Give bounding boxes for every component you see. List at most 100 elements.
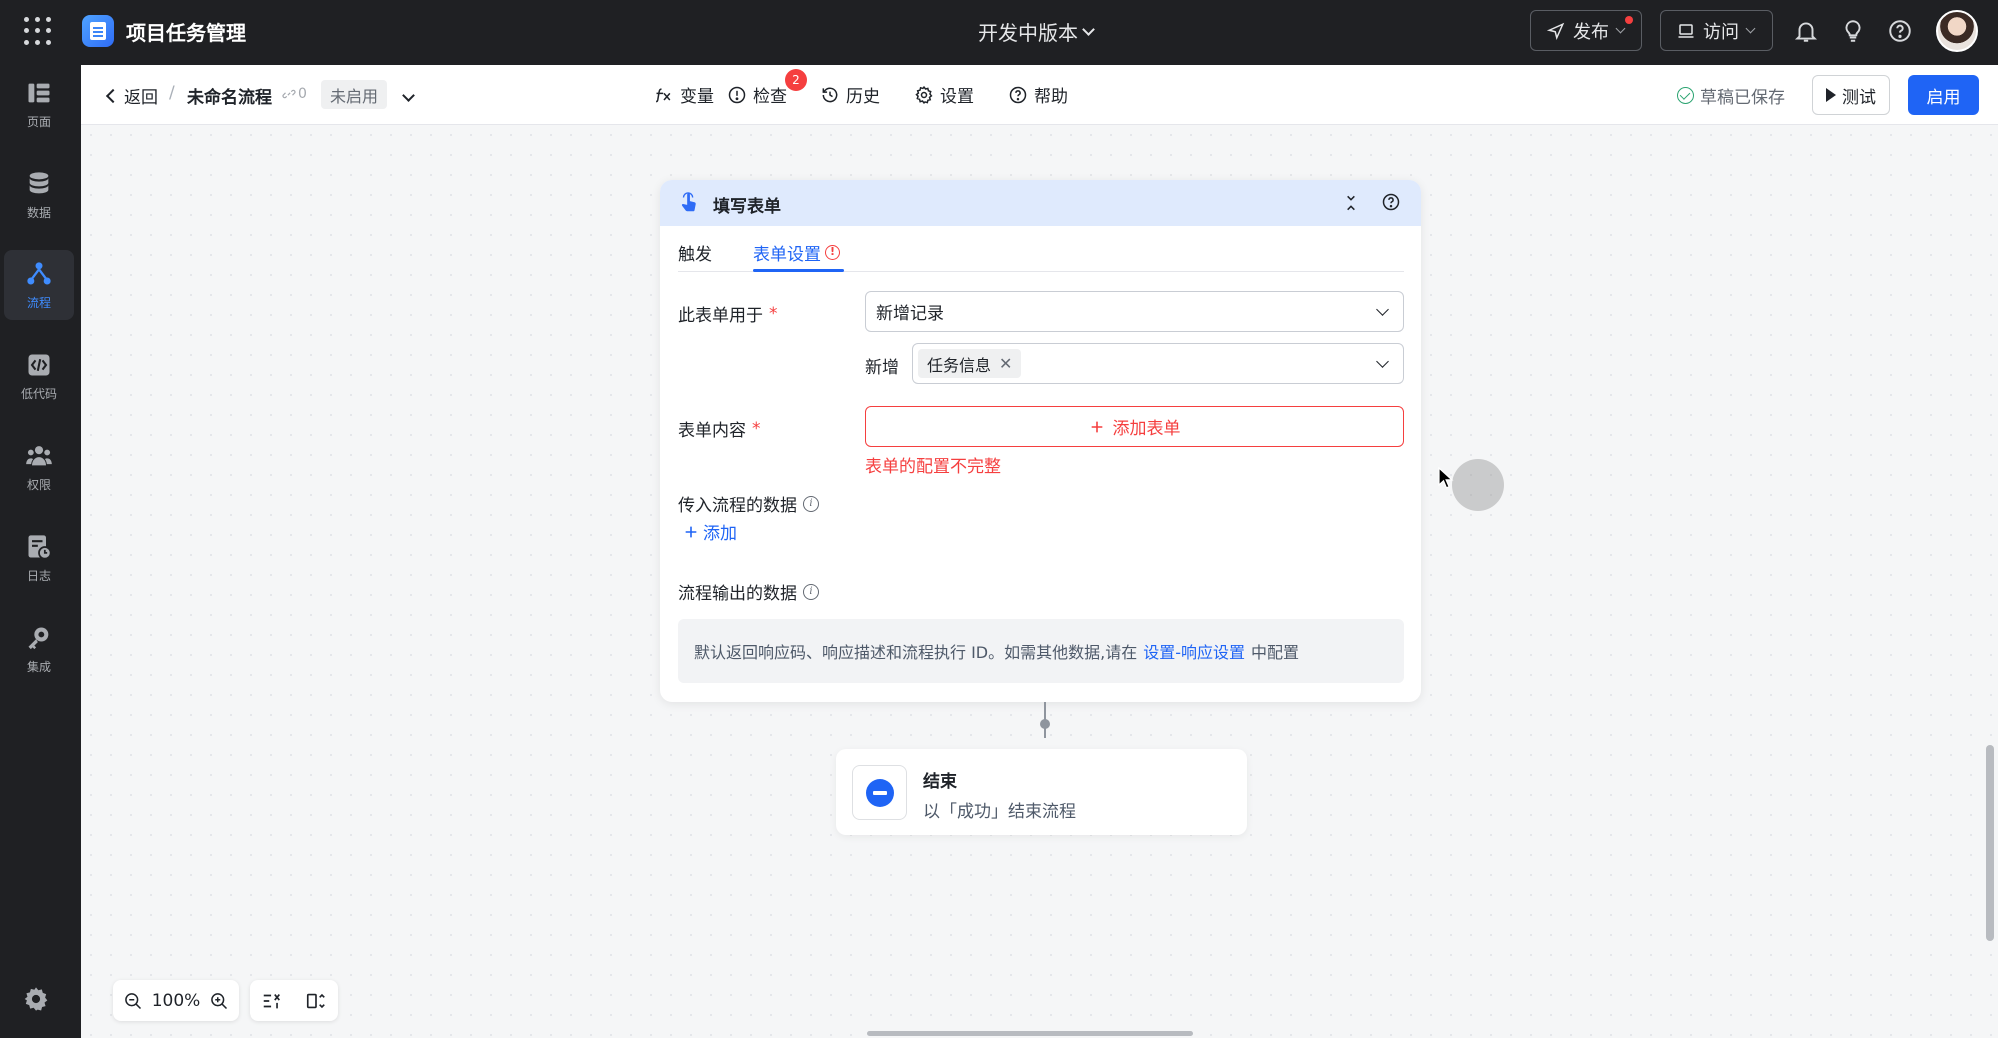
test-button[interactable]: 测试 xyxy=(1812,75,1890,115)
help-icon[interactable] xyxy=(1381,192,1401,212)
gear-icon xyxy=(915,85,933,104)
zoom-controls: 100% xyxy=(113,980,239,1021)
used-for-label: 此表单用于 * xyxy=(678,303,778,327)
user-avatar[interactable] xyxy=(1936,10,1978,52)
sidebar-item-data[interactable]: 数据 xyxy=(4,160,74,230)
help-button[interactable]: 帮助 xyxy=(1008,82,1068,107)
tab-trigger[interactable]: 触发 xyxy=(678,240,712,265)
sidebar-item-flow[interactable]: 流程 xyxy=(4,250,74,320)
history-icon xyxy=(822,87,838,102)
chevron-down-icon xyxy=(402,89,415,102)
flow-icon xyxy=(27,261,51,284)
flow-editor-header: 返回 / 未命名流程 0 未启用 变量 检查 2 历史 设置 帮助 草稿已保存 … xyxy=(81,65,1998,125)
breadcrumb-separator: / xyxy=(169,83,175,103)
log-icon xyxy=(28,534,52,560)
help-icon[interactable] xyxy=(1887,18,1913,44)
variables-button[interactable]: 变量 xyxy=(654,82,714,107)
check-circle-icon xyxy=(1677,87,1694,104)
users-icon xyxy=(26,445,52,465)
settings-button[interactable]: 设置 xyxy=(914,82,974,107)
zoom-level: 100% xyxy=(151,990,201,1011)
sidebar-item-lowcode[interactable]: 低代码 xyxy=(4,341,74,411)
database-icon xyxy=(29,171,49,193)
chevron-down-icon xyxy=(1615,23,1626,33)
status-dropdown[interactable] xyxy=(402,85,415,104)
form-node-header: 填写表单 xyxy=(660,180,1421,226)
flow-canvas[interactable]: 填写表单 触发 表单设置 ! 此表单用于 * 新增记录 新增 任务信息 ✕ 表单… xyxy=(81,125,1998,1038)
form-node-panel: 填写表单 触发 表单设置 ! 此表单用于 * 新增记录 新增 任务信息 ✕ 表单… xyxy=(660,180,1421,702)
form-node-tabs: 触发 表单设置 ! xyxy=(678,226,1404,272)
add-target-label: 新增 xyxy=(865,358,899,378)
end-node[interactable]: 结束 以「成功」结束流程 xyxy=(836,749,1247,835)
sidebar-item-permission[interactable]: 权限 xyxy=(4,432,74,502)
save-status: 草稿已保存 xyxy=(1677,83,1785,108)
status-badge: 未启用 xyxy=(321,80,388,109)
app-logo-icon xyxy=(82,15,114,47)
close-icon[interactable]: ✕ xyxy=(999,354,1012,373)
active-tab-indicator xyxy=(753,269,844,272)
required-mark: * xyxy=(752,418,761,439)
history-button[interactable]: 历史 xyxy=(820,82,880,107)
sidebar-item-label: 页面 xyxy=(26,114,51,129)
zoom-out-icon[interactable] xyxy=(123,991,143,1011)
alert-icon xyxy=(728,86,746,103)
lightbulb-icon[interactable] xyxy=(1840,18,1866,44)
chevron-down-icon xyxy=(1082,22,1095,36)
left-sidebar: 页面 数据 流程 低代码 权限 日志 集成 xyxy=(0,65,81,1038)
chevron-left-icon xyxy=(105,88,121,103)
required-mark: * xyxy=(769,303,778,324)
gear-icon[interactable] xyxy=(22,985,50,1013)
apps-grid-icon[interactable] xyxy=(24,17,52,45)
tool-label: 帮助 xyxy=(1034,87,1068,107)
publish-button[interactable]: 发布 xyxy=(1530,10,1642,51)
response-settings-link[interactable]: 设置-响应设置 xyxy=(1143,639,1245,663)
add-input-data-link[interactable]: 添加 xyxy=(683,519,737,544)
output-data-label: 流程输出的数据 i xyxy=(678,579,819,604)
app-title: 项目任务管理 xyxy=(126,21,246,45)
end-node-icon-box xyxy=(852,765,907,820)
end-node-title: 结束 xyxy=(923,772,957,792)
back-button[interactable]: 返回 xyxy=(105,83,158,108)
variable-icon xyxy=(656,87,671,102)
output-data-note: 默认返回响应码、响应描述和流程执行 ID。如需其他数据,请在 设置-响应设置 中… xyxy=(678,619,1404,683)
issue-count-badge: 2 xyxy=(785,69,807,91)
tool-label: 历史 xyxy=(846,87,880,107)
tool-label: 变量 xyxy=(680,87,714,107)
connector-add-point[interactable] xyxy=(1040,719,1050,729)
validation-error: 表单的配置不完整 xyxy=(865,457,1001,477)
sidebar-item-pages[interactable]: 页面 xyxy=(4,69,74,139)
used-for-select[interactable]: 新增记录 xyxy=(865,291,1404,332)
play-icon xyxy=(1826,88,1836,102)
flow-name[interactable]: 未命名流程 xyxy=(187,83,272,108)
bell-icon[interactable] xyxy=(1793,18,1819,44)
sidebar-item-integration[interactable]: 集成 xyxy=(4,614,74,684)
horizontal-scrollbar[interactable] xyxy=(867,1031,1193,1036)
sidebar-item-label: 数据 xyxy=(26,205,51,220)
mouse-pointer-icon xyxy=(1438,467,1454,489)
end-node-description: 以「成功」结束流程 xyxy=(923,802,1076,822)
sidebar-item-label: 集成 xyxy=(26,659,51,674)
plus-icon xyxy=(685,526,697,537)
collapse-icon[interactable] xyxy=(1341,193,1361,213)
tab-form-settings[interactable]: 表单设置 ! xyxy=(753,240,840,265)
fit-view-icon[interactable] xyxy=(305,990,327,1012)
visit-button[interactable]: 访问 xyxy=(1660,10,1773,51)
auto-layout-icon[interactable] xyxy=(261,990,283,1012)
info-icon[interactable]: i xyxy=(803,495,819,512)
zoom-in-icon[interactable] xyxy=(209,991,229,1011)
tool-label: 设置 xyxy=(940,87,974,107)
target-table-select[interactable]: 任务信息 ✕ xyxy=(912,343,1404,384)
form-content-label: 表单内容 * xyxy=(678,418,761,442)
info-icon[interactable]: i xyxy=(803,583,819,600)
key-icon xyxy=(28,627,49,649)
page-icon xyxy=(28,83,50,102)
input-data-label: 传入流程的数据 i xyxy=(678,491,819,516)
version-selector[interactable]: 开发中版本 xyxy=(978,17,1095,46)
enable-button[interactable]: 启用 xyxy=(1908,75,1979,115)
visit-label: 访问 xyxy=(1703,21,1739,43)
tool-label: 检查 xyxy=(753,87,787,107)
add-form-button[interactable]: 添加表单 xyxy=(865,406,1404,447)
sidebar-item-log[interactable]: 日志 xyxy=(4,523,74,593)
check-button[interactable]: 检查 2 xyxy=(727,69,807,107)
vertical-scrollbar[interactable] xyxy=(1986,745,1994,941)
